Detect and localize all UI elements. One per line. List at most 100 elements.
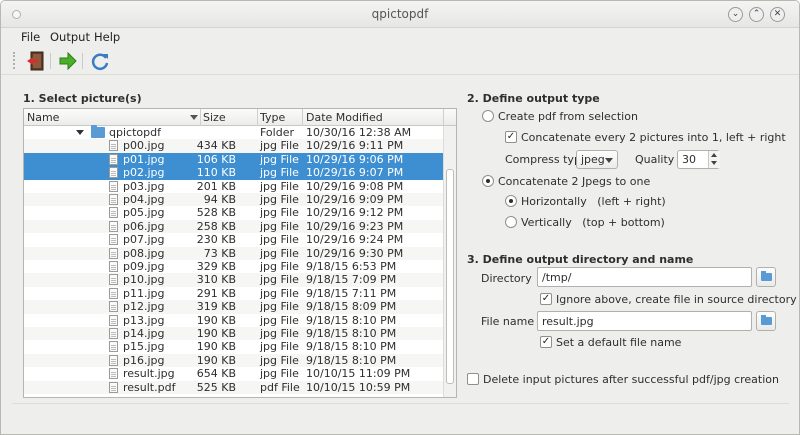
table-row[interactable]: p08.jpg 73 KB jpg File 10/29/16 9:30 PM (24, 246, 443, 260)
table-row[interactable]: p04.jpg 94 KB jpg File 10/29/16 9:09 PM (24, 193, 443, 207)
collapse-arrow-icon[interactable] (76, 130, 84, 135)
cell-name: p10.jpg (123, 273, 165, 287)
concat-every2-checkbox[interactable]: ✓ (505, 131, 517, 143)
menu-help[interactable]: Help (94, 30, 120, 44)
table-row[interactable]: p14.jpg 190 KB jpg File 9/18/15 8:10 PM (24, 327, 443, 341)
table-row[interactable]: p13.jpg 190 KB jpg File 9/18/15 8:10 PM (24, 314, 443, 327)
cell-date: 10/29/16 9:08 PM (306, 179, 404, 193)
cell-size: 230 KB (196, 233, 236, 247)
table-row[interactable]: p06.jpg 258 KB jpg File 10/29/16 9:23 PM (24, 219, 443, 234)
create-pdf-label[interactable]: Create pdf from selection (498, 110, 638, 123)
concat-every2-label[interactable]: Concatenate every 2 pictures into 1, lef… (521, 131, 786, 144)
file-icon (109, 314, 118, 326)
concat-jpegs-label[interactable]: Concatenate 2 Jpegs to one (498, 175, 650, 188)
cell-type: jpg File (260, 166, 299, 180)
table-row[interactable]: p03.jpg 201 KB jpg File 10/29/16 9:08 PM (24, 180, 443, 193)
browse-filename-button[interactable] (756, 311, 776, 331)
scrollbar-thumb[interactable] (446, 169, 454, 384)
minimize-button[interactable]: ⌄ (728, 7, 743, 22)
close-button[interactable]: ✕ (770, 7, 785, 22)
cell-date: 10/29/16 9:12 PM (306, 206, 404, 220)
spin-down-icon[interactable] (711, 161, 717, 165)
table-row[interactable]: result.pdf 525 KB pdf File 10/10/15 10:59 P… (24, 380, 443, 394)
table-row[interactable]: p09.jpg 329 KB jpg File 9/18/15 6:53 PM (24, 260, 443, 273)
file-icon (109, 207, 118, 219)
vertical-scrollbar[interactable] (443, 126, 456, 397)
folder-date: 10/30/16 12:38 AM (306, 126, 412, 139)
cell-date: 10/29/16 9:23 PM (306, 219, 404, 233)
compress-type-select[interactable]: jpeg (576, 150, 618, 169)
compress-type-value: jpeg (581, 153, 605, 166)
file-icon (109, 247, 118, 259)
arrow-right-icon[interactable] (57, 50, 79, 72)
horizontally-radio[interactable] (505, 195, 517, 207)
vertically-radio[interactable] (505, 216, 517, 228)
column-divider (443, 109, 444, 126)
ignore-above-label[interactable]: Ignore above, create file in source dire… (556, 293, 797, 306)
table-row[interactable]: p01.jpg 106 KB jpg File 10/29/16 9:06 PM (24, 152, 443, 167)
cell-size: 291 KB (196, 286, 236, 300)
cell-size: 190 KB (196, 327, 236, 340)
cell-size: 110 KB (196, 166, 236, 180)
table-row[interactable]: p12.jpg 319 KB jpg File 9/18/15 8:09 PM (24, 300, 443, 314)
column-size[interactable]: Size (203, 111, 226, 124)
column-date[interactable]: Date Modified (306, 111, 383, 124)
cell-name: p00.jpg (123, 139, 165, 153)
quality-stepper[interactable] (708, 151, 720, 168)
maximize-button[interactable]: ⌃ (749, 7, 764, 22)
file-table[interactable]: Name Size Type Date Modified qpictopdf F… (23, 108, 457, 398)
filename-input[interactable]: result.jpg (537, 311, 752, 331)
refresh-icon[interactable] (89, 50, 111, 72)
menu-file[interactable]: File (21, 30, 40, 44)
horizontally-label[interactable]: Horizontally (left + right) (521, 195, 666, 208)
table-row[interactable]: p10.jpg 310 KB jpg File 9/18/15 7:09 PM (24, 273, 443, 287)
concat-jpegs-radio[interactable] (482, 175, 494, 187)
cell-type: jpg File (260, 367, 299, 381)
cell-size: 73 KB (203, 246, 236, 260)
cell-type: jpg File (260, 273, 299, 287)
quality-value[interactable]: 30 (682, 153, 696, 166)
cell-name: p07.jpg (123, 233, 165, 247)
column-type[interactable]: Type (260, 111, 285, 124)
table-row[interactable]: p16.jpg 190 KB jpg File 9/18/15 8:10 PM (24, 353, 443, 368)
spin-up-icon[interactable] (711, 153, 717, 157)
table-row[interactable]: p02.jpg 110 KB jpg File 10/29/16 9:07 PM (24, 166, 443, 180)
exit-icon[interactable] (25, 50, 47, 72)
sort-arrow-icon[interactable] (190, 115, 198, 120)
vertically-label[interactable]: Vertically (top + bottom) (521, 216, 665, 229)
delete-after-label[interactable]: Delete input pictures after successful p… (483, 373, 779, 386)
table-row[interactable]: p11.jpg 291 KB jpg File 9/18/15 7:11 PM (24, 287, 443, 300)
cell-date: 9/18/15 8:10 PM (306, 313, 397, 327)
table-row[interactable]: result.jpg 654 KB jpg File 10/10/15 11:09 P… (24, 367, 443, 380)
table-row[interactable]: p05.jpg 528 KB jpg File 10/29/16 9:12 PM (24, 206, 443, 219)
folder-row[interactable]: qpictopdf Folder 10/30/16 12:38 AM (24, 125, 443, 139)
cell-type: jpg File (260, 206, 299, 220)
file-icon (109, 328, 118, 339)
delete-after-checkbox[interactable] (467, 373, 479, 385)
cell-date: 9/18/15 8:09 PM (306, 300, 397, 314)
create-pdf-radio[interactable] (482, 110, 494, 122)
file-icon (109, 287, 118, 299)
directory-input[interactable]: /tmp/ (537, 267, 752, 287)
cell-name: p05.jpg (123, 206, 165, 220)
cell-name: p11.jpg (123, 286, 165, 300)
set-default-checkbox[interactable]: ✓ (540, 336, 552, 348)
ignore-above-checkbox[interactable]: ✓ (540, 293, 552, 305)
table-row[interactable]: p00.jpg 434 KB jpg File 10/29/16 9:11 PM (24, 139, 443, 153)
table-row[interactable]: p07.jpg 230 KB jpg File 10/29/16 9:24 PM (24, 233, 443, 246)
toolbar-grip[interactable] (13, 52, 16, 69)
cell-name: p06.jpg (123, 219, 165, 233)
directory-label: Directory (481, 272, 532, 285)
table-row[interactable]: p15.jpg 190 KB jpg File 9/18/15 8:10 PM (24, 340, 443, 353)
cell-size: 258 KB (196, 219, 236, 233)
cell-size: 310 KB (196, 273, 236, 287)
title-bar[interactable]: qpictopdf ⌄ ⌃ ✕ (1, 1, 799, 28)
browse-directory-button[interactable] (756, 267, 776, 287)
set-default-label[interactable]: Set a default file name (556, 336, 681, 349)
quality-spinbox[interactable]: 30 (677, 150, 720, 169)
menu-output[interactable]: Output (50, 30, 90, 44)
cell-size: 329 KB (196, 260, 236, 273)
cell-type: jpg File (260, 139, 299, 153)
file-icon (109, 220, 118, 232)
column-name[interactable]: Name (27, 111, 59, 124)
